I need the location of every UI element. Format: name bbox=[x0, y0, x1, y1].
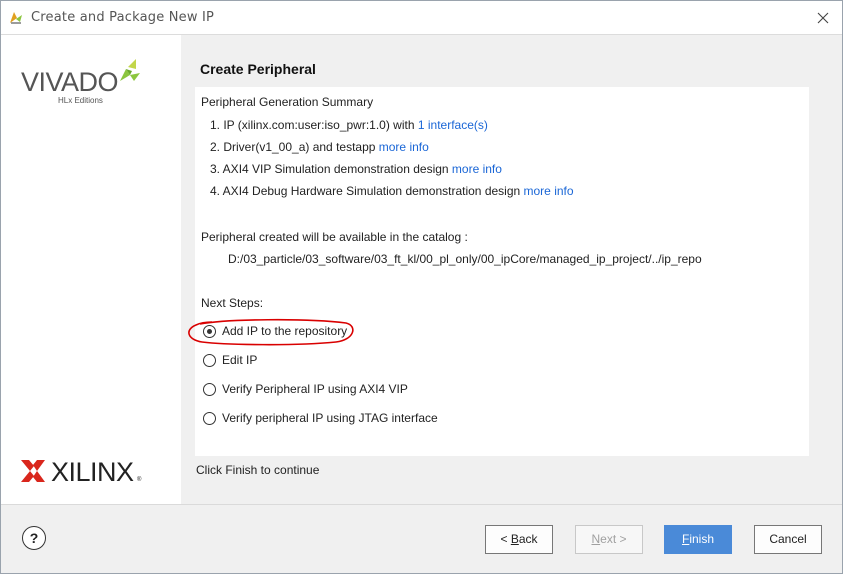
back-button[interactable]: < Back bbox=[485, 525, 553, 554]
vivado-app-icon bbox=[10, 12, 22, 24]
option-add-ip-to-repository[interactable]: Add IP to the repository bbox=[203, 322, 347, 340]
catalog-path: D:/03_particle/03_software/03_ft_kl/00_p… bbox=[228, 252, 702, 266]
xilinx-wordmark: XILINX bbox=[51, 457, 134, 487]
dialog-window: Create and Package New IP VIVADO HLx Edi… bbox=[0, 0, 843, 574]
option-label: Edit IP bbox=[222, 353, 258, 367]
title-bar: Create and Package New IP bbox=[1, 1, 842, 35]
next-mnemonic: N bbox=[591, 532, 601, 546]
radio-button[interactable] bbox=[203, 411, 216, 425]
summary-item-driver: 2. Driver(v1_00_a) and testapp more info bbox=[210, 140, 429, 154]
summary-item-text: 1. IP (xilinx.com:user:iso_pwr:1.0) with bbox=[210, 118, 418, 132]
option-verify-jtag[interactable]: Verify peripheral IP using JTAG interfac… bbox=[203, 409, 438, 427]
option-label: Verify peripheral IP using JTAG interfac… bbox=[222, 411, 438, 425]
vivado-logo: VIVADO HLx Editions bbox=[21, 59, 146, 107]
vip-sim-more-info-link[interactable]: more info bbox=[452, 162, 502, 176]
registered-mark: ® bbox=[137, 477, 142, 483]
summary-item-ip: 1. IP (xilinx.com:user:iso_pwr:1.0) with… bbox=[210, 118, 488, 132]
interfaces-link[interactable]: 1 interface(s) bbox=[418, 118, 488, 132]
summary-item-text: 3. AXI4 VIP Simulation demonstration des… bbox=[210, 162, 452, 176]
finish-rest: inish bbox=[689, 532, 715, 546]
next-button[interactable]: Next > bbox=[575, 525, 643, 554]
catalog-text: Peripheral created will be available in … bbox=[201, 230, 468, 244]
finish-instruction: Click Finish to continue bbox=[196, 463, 320, 477]
wizard-content: Create Peripheral Peripheral Generation … bbox=[181, 35, 842, 504]
back-rest: ack bbox=[518, 532, 538, 546]
radio-button-selected[interactable] bbox=[203, 324, 216, 338]
option-label: Verify Peripheral IP using AXI4 VIP bbox=[222, 382, 408, 396]
window-title: Create and Package New IP bbox=[31, 10, 215, 25]
summary-item-debug-sim: 4. AXI4 Debug Hardware Simulation demons… bbox=[210, 184, 574, 198]
option-label: Add IP to the repository bbox=[222, 324, 348, 338]
driver-more-info-link[interactable]: more info bbox=[379, 140, 429, 154]
debug-sim-more-info-link[interactable]: more info bbox=[524, 184, 574, 198]
summary-panel: Peripheral Generation Summary 1. IP (xil… bbox=[188, 87, 809, 456]
back-prefix: < bbox=[500, 532, 511, 546]
vivado-wordmark: VIVADO bbox=[21, 67, 119, 97]
xilinx-logo: XILINX ® bbox=[21, 455, 146, 489]
help-button[interactable]: ? bbox=[22, 526, 46, 550]
button-bar: ? < Back Next > Finish Cancel bbox=[1, 504, 842, 573]
summary-heading: Peripheral Generation Summary bbox=[201, 95, 374, 109]
finish-button[interactable]: Finish bbox=[664, 525, 732, 554]
cancel-button[interactable]: Cancel bbox=[754, 525, 822, 554]
page-title: Create Peripheral bbox=[200, 61, 316, 77]
close-icon[interactable] bbox=[812, 7, 834, 29]
option-edit-ip[interactable]: Edit IP bbox=[203, 351, 257, 369]
vivado-edition-label: HLx Editions bbox=[58, 96, 103, 105]
radio-button[interactable] bbox=[203, 382, 216, 396]
next-rest: ext > bbox=[600, 532, 627, 546]
option-verify-axi4-vip[interactable]: Verify Peripheral IP using AXI4 VIP bbox=[203, 380, 408, 398]
next-steps-label: Next Steps: bbox=[201, 296, 264, 310]
summary-item-vip-sim: 3. AXI4 VIP Simulation demonstration des… bbox=[210, 162, 502, 176]
xilinx-mark-icon bbox=[21, 460, 45, 482]
summary-item-text: 4. AXI4 Debug Hardware Simulation demons… bbox=[210, 184, 524, 198]
branding-panel: VIVADO HLx Editions XILINX ® bbox=[1, 35, 181, 504]
summary-item-text: 2. Driver(v1_00_a) and testapp bbox=[210, 140, 379, 154]
radio-button[interactable] bbox=[203, 353, 216, 367]
vivado-leaf-icon bbox=[120, 59, 140, 81]
back-mnemonic: B bbox=[510, 532, 519, 546]
